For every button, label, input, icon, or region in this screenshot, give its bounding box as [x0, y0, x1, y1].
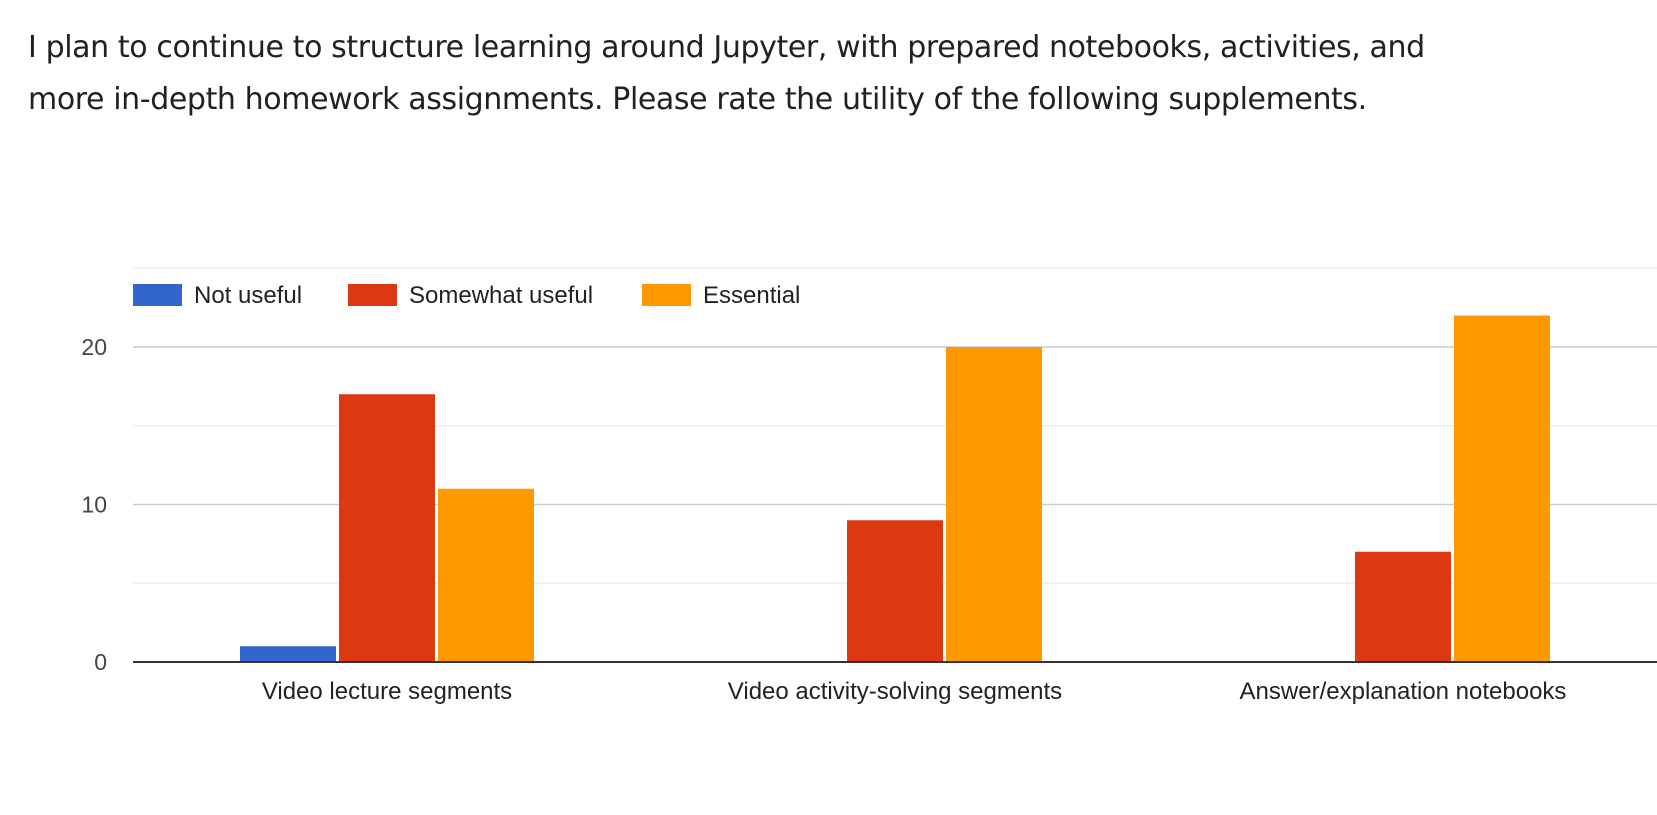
bar: [339, 394, 435, 662]
legend: Not useful Somewhat useful Essential: [133, 282, 800, 309]
bar: [1355, 551, 1451, 662]
bar: [1454, 315, 1550, 662]
y-axis-ticks: 0 10 20: [81, 334, 107, 675]
bars: [240, 315, 1550, 662]
y-tick-label: 0: [94, 649, 107, 675]
legend-swatch: [133, 284, 182, 306]
y-tick-label: 20: [81, 334, 107, 360]
bar: [240, 646, 336, 662]
x-category-label: Video lecture segments: [262, 678, 512, 705]
x-category-label: Answer/explanation notebooks: [1240, 678, 1567, 705]
bar: [946, 347, 1042, 662]
bar: [438, 488, 534, 662]
x-axis-labels: Video lecture segments Video activity-sol…: [262, 678, 1567, 705]
legend-swatch: [642, 284, 691, 306]
bar: [847, 520, 943, 662]
legend-label: Essential: [703, 282, 800, 309]
x-category-label: Video activity-solving segments: [728, 678, 1062, 705]
y-tick-label: 10: [81, 492, 107, 518]
legend-swatch: [348, 284, 397, 306]
legend-label: Not useful: [194, 282, 302, 309]
bar-chart: 0 10 20 Video lecture segments Video activi…: [81, 267, 1657, 705]
legend-label: Somewhat useful: [409, 282, 593, 309]
